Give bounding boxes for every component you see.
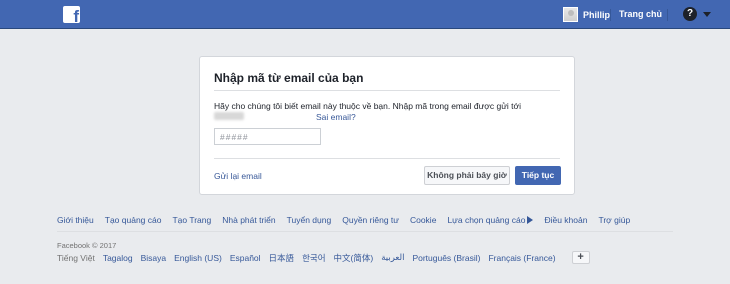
- continue-button[interactable]: Tiếp tục: [515, 166, 561, 185]
- help-icon[interactable]: ?: [683, 7, 697, 21]
- dialog-title: Nhập mã từ email của bạn: [214, 71, 364, 85]
- confirmation-code-input[interactable]: [214, 128, 321, 145]
- divider: [214, 90, 560, 91]
- home-link[interactable]: Trang chủ: [619, 9, 662, 19]
- nav-divider: [667, 9, 668, 21]
- footer-link-about[interactable]: Giới thiệu: [57, 215, 94, 225]
- language-option[interactable]: Tagalog: [103, 253, 133, 263]
- footer-link-developers[interactable]: Nhà phát triển: [222, 215, 275, 225]
- profile-name[interactable]: Phillip: [583, 10, 610, 20]
- language-option[interactable]: العربية: [381, 252, 404, 263]
- footer-link-ad-choices[interactable]: Lựa chọn quảng cáo: [447, 215, 534, 225]
- language-option[interactable]: English (US): [174, 253, 222, 263]
- not-now-button[interactable]: Không phải bây giờ: [424, 166, 510, 185]
- footer-link-terms[interactable]: Điều khoản: [544, 215, 587, 225]
- footer-link-careers[interactable]: Tuyển dụng: [287, 215, 332, 225]
- footer-link-create-page[interactable]: Tạo Trang: [172, 215, 211, 225]
- facebook-logo-icon[interactable]: f: [63, 6, 80, 23]
- language-option[interactable]: Bisaya: [141, 253, 167, 263]
- language-option[interactable]: Español: [230, 253, 261, 263]
- language-option[interactable]: Français (France): [488, 253, 555, 263]
- divider: [214, 158, 560, 159]
- language-selector: Tiếng Việt Tagalog Bisaya English (US) E…: [57, 251, 590, 264]
- confirmation-dialog: Nhập mã từ email của bạn Hãy cho chúng t…: [199, 56, 575, 195]
- adchoices-icon: [527, 216, 534, 224]
- copyright: Facebook © 2017: [57, 241, 117, 250]
- language-option[interactable]: 中文(简体): [334, 252, 374, 264]
- footer-link-help[interactable]: Trợ giúp: [598, 215, 630, 225]
- avatar[interactable]: [563, 7, 578, 22]
- dialog-description: Hãy cho chúng tôi biết email này thuộc v…: [214, 101, 521, 111]
- resend-email-link[interactable]: Gửi lại email: [214, 171, 262, 181]
- profile-link[interactable]: Phillip: [563, 6, 610, 23]
- language-option[interactable]: 한국어: [302, 252, 325, 264]
- ad-choices-label: Lựa chọn quảng cáo: [447, 215, 526, 225]
- caret-down-icon[interactable]: [703, 12, 711, 17]
- nav-divider: [610, 9, 611, 21]
- language-option[interactable]: 日本語: [269, 252, 295, 264]
- language-current: Tiếng Việt: [57, 252, 95, 263]
- footer-divider: [57, 231, 673, 232]
- wrong-email-link[interactable]: Sai email?: [316, 112, 356, 122]
- footer-link-create-ad[interactable]: Tạo quảng cáo: [105, 215, 162, 225]
- language-option[interactable]: Português (Brasil): [412, 253, 480, 263]
- footer-links: Giới thiệu Tạo quảng cáo Tạo Trang Nhà p…: [57, 215, 641, 225]
- top-navigation-bar: f Phillip Trang chủ ?: [0, 0, 730, 29]
- footer-link-privacy[interactable]: Quyền riêng tư: [342, 215, 399, 225]
- redacted-email: [214, 112, 244, 120]
- more-languages-button[interactable]: +: [571, 251, 590, 264]
- footer-link-cookies[interactable]: Cookie: [410, 215, 436, 225]
- logo-letter: f: [73, 7, 79, 23]
